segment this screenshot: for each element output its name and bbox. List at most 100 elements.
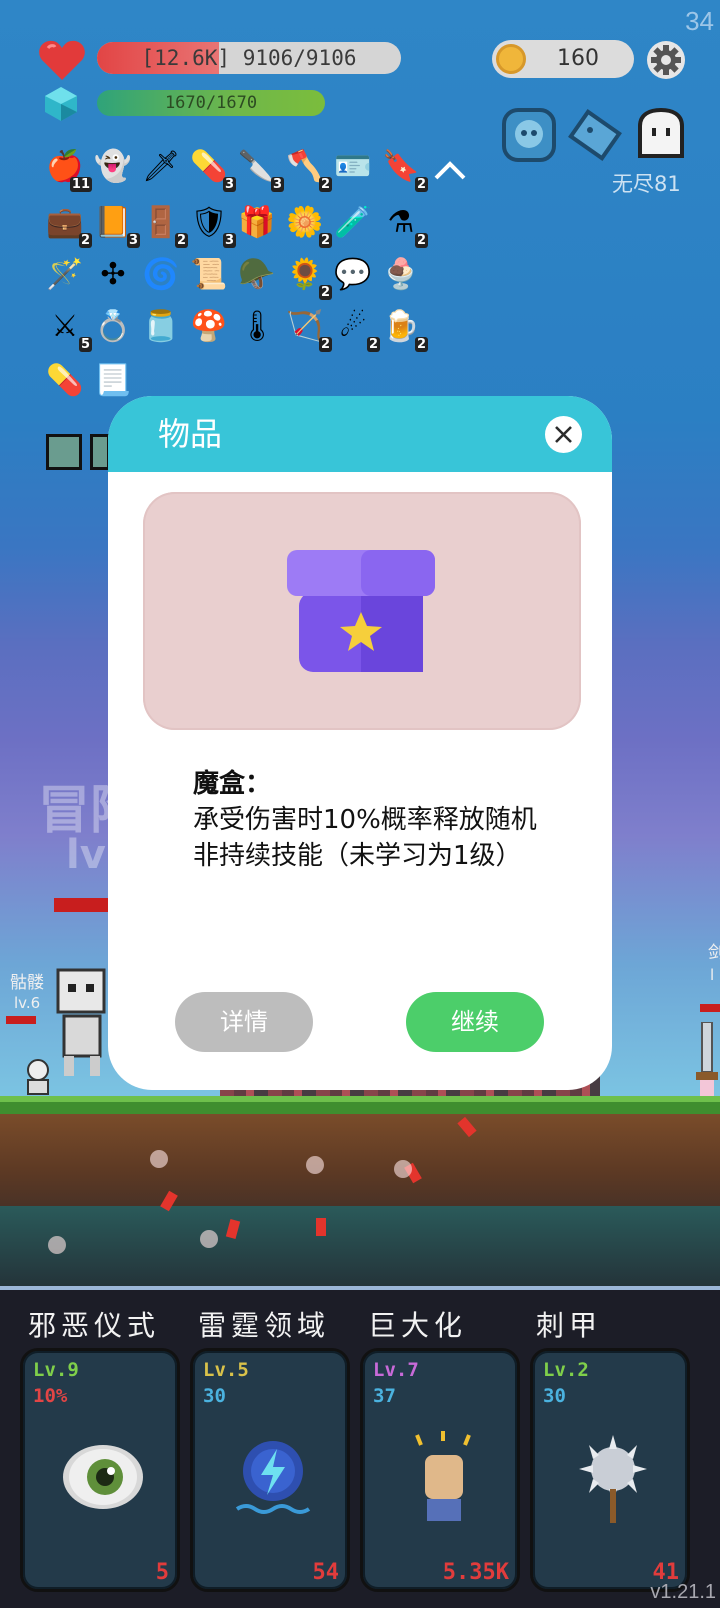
item-count-badge: 5 [78,337,92,352]
item-count-badge: 3 [222,177,236,192]
spiked-mace-icon [579,1435,647,1523]
particle-orb [306,1156,324,1174]
card-icon[interactable]: 🪪 [332,146,374,188]
ghost-hand-icon[interactable]: 👻 [92,146,134,188]
skill-trigger-count: 5.35K [442,1560,509,1585]
skill-name: 巨大化 [368,1309,468,1342]
door-icon[interactable]: 🚪 2 [140,202,188,248]
mana-bar: 1670/1670 [97,90,325,116]
fist-icon [415,1431,471,1521]
meteor-icon[interactable]: ☄ 2 [332,306,380,352]
dialog-header: 物品 [108,396,612,472]
scroll-icon[interactable]: 📜 [188,254,230,296]
right-enemy-name: 剑 [708,943,720,963]
axe-icon[interactable]: 🪓 2 [284,146,332,192]
hp-damage: [12.6K] [141,46,231,70]
fish-debuff-icon[interactable] [566,106,624,164]
ghost-endless-icon[interactable] [632,106,690,164]
flask-icon[interactable]: ⚗ 2 [380,202,428,248]
item-count-badge: 2 [414,233,428,248]
item-name: 魔盒： [193,769,272,799]
collapse-chevron-icon[interactable] [432,158,468,182]
item-count-badge: 2 [318,233,332,248]
item-count-badge: 2 [318,285,332,300]
sword-knight-enemy [696,1022,718,1098]
magic-box-icon[interactable]: 🎁 [236,202,278,244]
ring-icon[interactable]: 💍 [92,306,134,348]
continue-button[interactable]: 继续 [406,992,544,1052]
thermometer-icon[interactable]: 🌡 [236,306,278,348]
skill-value: 30 [543,1385,566,1407]
item-glyph: 💍 [94,309,132,344]
skill-name: 雷霆领域 [198,1309,331,1342]
dirt-layer [0,1114,720,1206]
item-glyph: 📜 [190,257,228,292]
mushroom-icon[interactable]: 🍄 [188,306,230,348]
item-glyph: ☄ [339,309,367,344]
pill-icon[interactable]: 💊 3 [188,146,236,192]
item-glyph: ⚗ [387,205,415,240]
helmet-icon[interactable]: 🪖 [236,254,278,296]
heart-icon [39,40,85,80]
item-count-badge: 2 [414,337,428,352]
item-count-badge: 2 [414,177,428,192]
ice-cream-icon[interactable]: 🍨 [380,254,422,296]
game-scene: 34 [12.6K] 9106/9106 1670/1670 160 无尽81 … [0,0,720,1608]
book-icon[interactable]: 📙 3 [92,202,140,248]
jam-jar-icon[interactable]: 🫙 [140,306,182,348]
bow-icon[interactable]: 🏹 2 [284,306,332,352]
eye-icon [63,1445,143,1509]
item-count-badge: 3 [126,233,140,248]
small-skeleton-enemy [27,1059,49,1095]
sunflower-icon[interactable]: 🌻 2 [284,254,332,300]
gold-counter: 160 [492,40,634,78]
item-count-badge: 3 [222,233,236,248]
item-glyph: 🌡 [237,309,277,344]
mana-text: 1670/1670 [164,93,258,113]
beer-icon[interactable]: 🍺 2 [380,306,428,352]
item-count-badge: 2 [174,233,188,248]
skill-card[interactable]: Lv.5 30 54 [190,1348,350,1592]
item-glyph: 🪄 [46,257,84,292]
equipped-slot-1[interactable] [46,434,82,470]
hp-value: 9106/9106 [242,46,357,70]
gold-value: 160 [557,46,599,71]
capsule-icon[interactable]: 💊 [44,360,86,402]
details-button[interactable]: 详情 [175,992,313,1052]
equipped-slot-2[interactable] [90,434,110,470]
skill-card[interactable]: Lv.2 30 41 [530,1348,690,1592]
skill-card[interactable]: Lv.9 10% 5 [20,1348,180,1592]
potion-icon[interactable]: 🧪 [332,202,374,244]
item-count-badge: 2 [318,337,332,352]
skill-trigger-count: 5 [155,1560,169,1585]
enemy-level: lv.6 [14,994,41,1012]
dagger-icon[interactable]: 🔪 3 [236,146,284,192]
item-glyph: ✣ [100,257,126,292]
dark-sword-icon[interactable]: 🗡 [140,146,182,188]
item-preview-panel [143,492,581,730]
item-glyph: 🪪 [334,149,372,184]
skill-name: 邪恶仪式 [28,1309,161,1342]
apple-icon[interactable]: 🍎 11 [44,146,92,192]
chat-icon[interactable]: 💬 [332,254,374,296]
item-glyph: 🎁 [238,205,276,240]
target-icon[interactable]: 🌀 [140,254,182,296]
version-label: v1.21.1 [650,1581,716,1603]
sword-icon[interactable]: ⚔ 5 [44,306,92,352]
briefcase-icon[interactable]: 💼 2 [44,202,92,248]
skill-card[interactable]: Lv.7 37 5.35K [360,1348,520,1592]
skill-level: Lv.5 [203,1359,249,1381]
settings-gear-icon[interactable] [646,40,686,80]
wand-icon[interactable]: 🪄 [44,254,86,296]
shield-icon[interactable]: 🛡 3 [188,202,236,248]
right-enemy-level: l [710,966,715,984]
lightning-gear-icon [235,1441,311,1514]
item-count-badge: 2 [318,177,332,192]
flower-icon[interactable]: 🌼 2 [284,202,332,248]
item-count-badge: 2 [366,337,380,352]
close-button[interactable] [545,416,582,453]
bookmark-icon[interactable]: 🔖 2 [380,146,428,192]
skull-buff-icon[interactable] [500,106,558,164]
dots-icon[interactable]: ✣ [92,254,134,296]
enemy-hp-bar [6,1016,36,1024]
